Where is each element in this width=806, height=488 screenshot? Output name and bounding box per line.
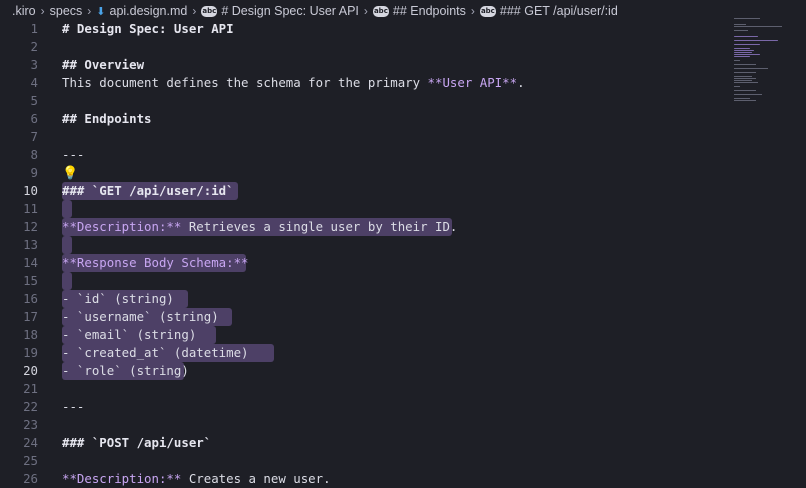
line-number: 3	[30, 57, 38, 72]
line-number: 11	[23, 201, 38, 216]
line-number: 22	[23, 399, 38, 414]
lightbulb-icon[interactable]: 💡	[62, 165, 78, 183]
bold-text: **User API**	[427, 75, 518, 90]
chevron-right-icon: ›	[192, 4, 197, 18]
line-number: 19	[23, 345, 38, 360]
line-text: - `email` (string)	[62, 327, 197, 342]
line-number: 9	[30, 165, 38, 180]
editor-line[interactable]: 19 - `created_at` (datetime)	[0, 344, 720, 362]
breadcrumb-item-file[interactable]: ⬇ api.design.md	[96, 4, 187, 18]
line-text: - `username` (string)	[62, 309, 219, 324]
line-number: 2	[30, 39, 38, 54]
editor-line[interactable]: 8 ---	[0, 146, 720, 164]
editor-line[interactable]: 5	[0, 92, 720, 110]
line-number: 16	[23, 291, 38, 306]
chevron-right-icon: ›	[40, 4, 45, 18]
chevron-right-icon: ›	[363, 4, 368, 18]
line-number: 12	[23, 219, 38, 234]
breadcrumb-item-endpoints[interactable]: abc ## Endpoints	[372, 4, 466, 18]
editor-line[interactable]: 26 **Description:** Creates a new user.	[0, 470, 720, 488]
line-text: **Description:** Creates a new user.	[62, 471, 331, 486]
editor-line[interactable]: 2	[0, 38, 720, 56]
string-symbol-icon: abc	[479, 5, 496, 17]
editor-line[interactable]: 16 - `id` (string)	[0, 290, 720, 308]
breadcrumb-item-kiro[interactable]: .kiro	[12, 4, 36, 18]
editor-line[interactable]: 6 ## Endpoints	[0, 110, 720, 128]
selection-highlight	[62, 272, 72, 290]
line-text: This document defines the schema for the…	[62, 75, 525, 90]
chevron-right-icon: ›	[470, 4, 475, 18]
editor-line[interactable]: 22 ---	[0, 398, 720, 416]
bold-text: **Description:**	[62, 219, 182, 234]
bold-text: **Description:**	[62, 471, 182, 486]
line-text: ### `GET /api/user/:id`	[62, 183, 234, 198]
editor-line[interactable]: 20 - `role` (string)	[0, 362, 720, 380]
line-number: 13	[23, 237, 38, 252]
editor-line[interactable]: 11	[0, 200, 720, 218]
string-symbol-icon: abc	[201, 5, 218, 17]
editor-line[interactable]: 25	[0, 452, 720, 470]
line-text: ## Overview	[62, 57, 145, 72]
line-number: 8	[30, 147, 38, 162]
line-text: **Description:** Retrieves a single user…	[62, 219, 458, 234]
editor-line[interactable]: 17 - `username` (string)	[0, 308, 720, 326]
editor-line[interactable]: 9 💡	[0, 164, 720, 182]
selection-highlight	[62, 200, 72, 218]
editor-line[interactable]: 14 **Response Body Schema:**	[0, 254, 720, 272]
editor-line[interactable]: 10 ### `GET /api/user/:id`	[0, 182, 720, 200]
breadcrumb-item-get-endpoint[interactable]: abc ### GET /api/user/:id	[479, 4, 618, 18]
line-text: - `id` (string)	[62, 291, 174, 306]
line-text: **Response Body Schema:**	[62, 254, 249, 272]
line-number: 4	[30, 75, 38, 90]
editor-line[interactable]: 24 ### `POST /api/user`	[0, 434, 720, 452]
editor-line[interactable]: 13	[0, 236, 720, 254]
chevron-right-icon: ›	[87, 4, 92, 18]
line-text: # Design Spec: User API	[62, 21, 234, 36]
line-number: 7	[30, 129, 38, 144]
markdown-file-icon: ⬇	[96, 5, 106, 18]
line-number: 5	[30, 93, 38, 108]
breadcrumb: .kiro › specs › ⬇ api.design.md › abc # De…	[0, 0, 806, 22]
breadcrumb-item-design-spec[interactable]: abc # Design Spec: User API	[201, 4, 359, 18]
editor-line[interactable]: 12 **Description:** Retrieves a single u…	[0, 218, 720, 236]
line-number: 20	[23, 363, 38, 378]
line-number: 23	[23, 417, 38, 432]
code-editor[interactable]: 1 # Design Spec: User API 2 3 ## Overvie…	[0, 20, 806, 486]
minimap[interactable]	[732, 16, 802, 126]
line-number: 1	[30, 21, 38, 36]
editor-line[interactable]: 3 ## Overview	[0, 56, 720, 74]
editor-line[interactable]: 23	[0, 416, 720, 434]
line-number: 26	[23, 471, 38, 486]
line-number: 10	[23, 183, 38, 198]
editor-line[interactable]: 4 This document defines the schema for t…	[0, 74, 720, 92]
editor-line[interactable]: 7	[0, 128, 720, 146]
line-number: 21	[23, 381, 38, 396]
line-text: - `created_at` (datetime)	[62, 345, 249, 360]
editor-line[interactable]: 1 # Design Spec: User API	[0, 20, 720, 38]
line-text: ### `POST /api/user`	[62, 435, 212, 450]
breadcrumb-item-specs[interactable]: specs	[50, 4, 83, 18]
line-number: 24	[23, 435, 38, 450]
line-number: 6	[30, 111, 38, 126]
line-text: ---	[62, 399, 85, 414]
editor-line[interactable]: 18 - `email` (string)	[0, 326, 720, 344]
line-number: 15	[23, 273, 38, 288]
line-text: ## Endpoints	[62, 111, 152, 126]
bold-text: **Response Body Schema:**	[62, 255, 249, 270]
line-number: 18	[23, 327, 38, 342]
editor-line[interactable]: 21	[0, 380, 720, 398]
line-number: 14	[23, 255, 38, 270]
editor-line[interactable]: 15	[0, 272, 720, 290]
line-text: ---	[62, 147, 85, 162]
line-text: - `role` (string)	[62, 363, 189, 378]
selection-highlight	[62, 236, 72, 254]
line-number: 25	[23, 453, 38, 468]
line-number: 17	[23, 309, 38, 324]
string-symbol-icon: abc	[372, 5, 389, 17]
